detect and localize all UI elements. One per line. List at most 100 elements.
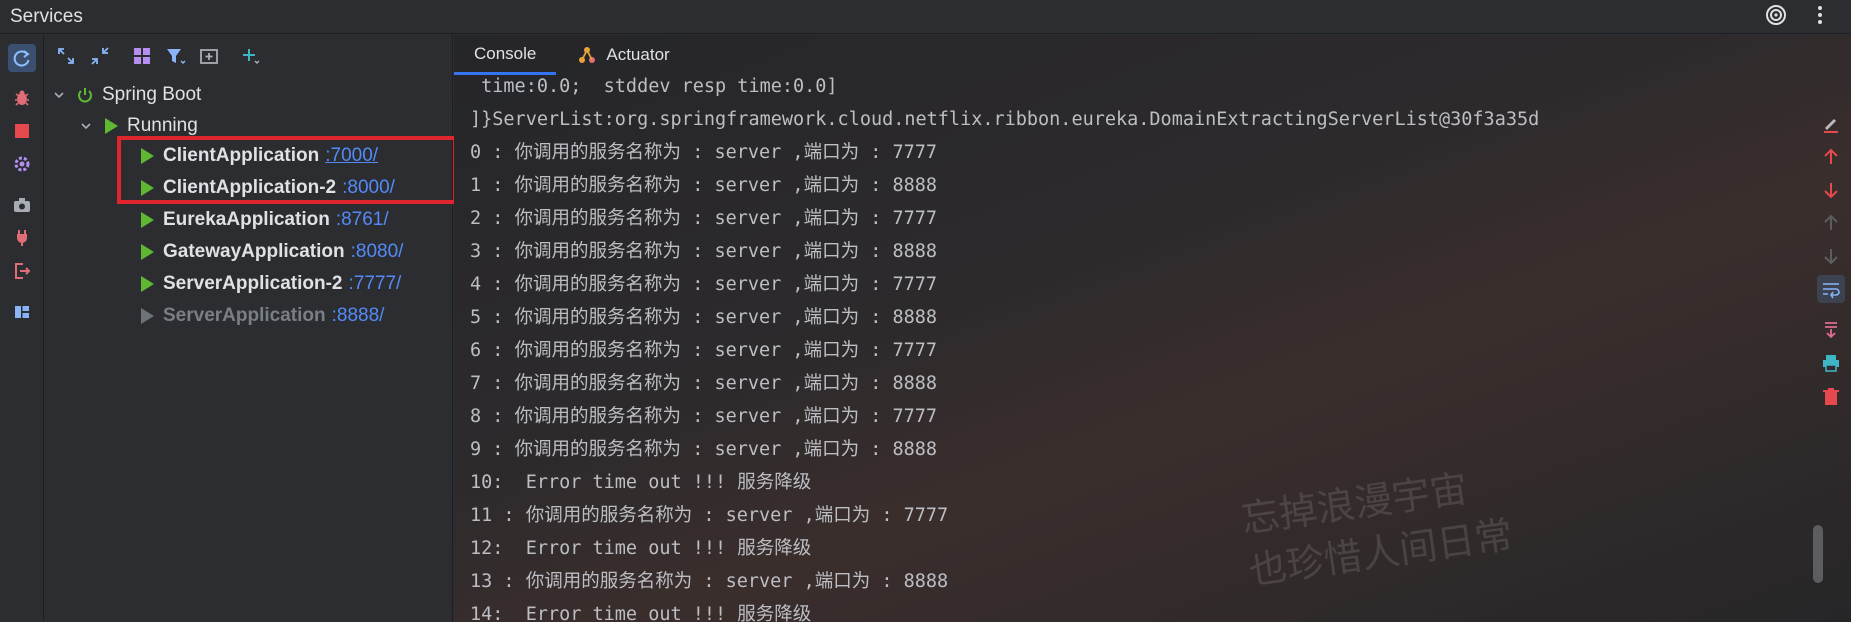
- tree-group-spring-boot[interactable]: Spring Boot: [50, 80, 201, 110]
- collapse-all-button[interactable]: [86, 42, 114, 70]
- soft-wrap-icon: [1823, 283, 1840, 299]
- console-line: time:0.0; stddev resp time:0.0]: [470, 76, 838, 97]
- console-line: 11 : 你调用的服务名称为 : server ,端口为 : 7777: [470, 505, 949, 526]
- chevron-down-icon[interactable]: [77, 120, 95, 132]
- console-line: 6 : 你调用的服务名称为 : server ,端口为 : 7777: [470, 340, 938, 361]
- collapse-icon: [91, 47, 109, 65]
- service-item-server-application-2[interactable]: ServerApplication-2 :7777/: [139, 269, 401, 299]
- plus-icon: [243, 49, 260, 65]
- run-icon: [139, 243, 155, 261]
- settings-button[interactable]: [8, 150, 36, 178]
- stop-button[interactable]: [8, 117, 36, 145]
- run-icon: [103, 117, 119, 135]
- console-line: 13 : 你调用的服务名称为 : server ,端口为 : 8888: [470, 571, 949, 592]
- service-port-link[interactable]: :8888/: [332, 305, 385, 327]
- group-button[interactable]: [128, 42, 156, 70]
- console-panel: Console Actuator 忘掉浪漫宇宙 也珍惜人间日常 time:0.0…: [454, 35, 1851, 622]
- service-item-eureka-application[interactable]: EurekaApplication :8761/: [139, 205, 389, 235]
- soft-wrap-button[interactable]: [1817, 275, 1845, 303]
- pencil-icon: [1824, 119, 1838, 133]
- console-line: 10: Error time out !!! 服务降级: [470, 472, 812, 493]
- rerun-icon: [13, 50, 30, 67]
- service-port-link[interactable]: :7777/: [349, 273, 402, 295]
- window-title: Services: [10, 5, 83, 27]
- service-name: GatewayApplication: [163, 241, 345, 262]
- console-line: 1 : 你调用的服务名称为 : server ,端口为 : 8888: [470, 175, 938, 196]
- print-button[interactable]: [1817, 349, 1845, 377]
- filter-button[interactable]: [162, 42, 190, 70]
- layout-button[interactable]: [8, 298, 36, 326]
- grid-icon: [134, 48, 150, 64]
- clear-highlight-button[interactable]: [1817, 110, 1845, 138]
- clear-all-button[interactable]: [1817, 383, 1845, 411]
- new-service-button[interactable]: [195, 42, 223, 70]
- rerun-button[interactable]: [8, 44, 36, 72]
- arrow-down-icon: [1824, 183, 1838, 199]
- run-icon: [139, 307, 155, 325]
- console-line: 0 : 你调用的服务名称为 : server ,端口为 : 7777: [470, 142, 938, 163]
- title-bar: Services: [0, 0, 1851, 34]
- actuator-icon: [576, 44, 598, 66]
- expand-icon: [58, 48, 74, 64]
- console-line: 3 : 你调用的服务名称为 : server ,端口为 : 8888: [470, 241, 938, 262]
- tab-actuator[interactable]: Actuator: [556, 35, 689, 75]
- console-line: 9 : 你调用的服务名称为 : server ,端口为 : 8888: [470, 439, 938, 460]
- scroll-to-end-button[interactable]: [1817, 316, 1845, 344]
- service-port-link[interactable]: :8761/: [336, 209, 389, 231]
- run-icon: [139, 275, 155, 293]
- chevron-down-icon[interactable]: [50, 89, 68, 101]
- debug-button[interactable]: [8, 84, 36, 112]
- service-port-link[interactable]: :8080/: [351, 241, 404, 263]
- console-line: 5 : 你调用的服务名称为 : server ,端口为 : 8888: [470, 307, 938, 328]
- more-options-icon[interactable]: [1817, 5, 1823, 25]
- add-service-button[interactable]: [237, 42, 265, 70]
- plug-icon: [17, 230, 27, 246]
- bug-icon: [15, 90, 29, 106]
- arrow-up-icon: [1824, 148, 1838, 164]
- service-name: ServerApplication-2: [163, 273, 343, 294]
- console-side-toolbar: [1811, 75, 1851, 622]
- up-stack-button[interactable]: [1817, 143, 1845, 171]
- expand-all-button[interactable]: [52, 42, 80, 70]
- service-item-gateway-application[interactable]: GatewayApplication :8080/: [139, 237, 403, 267]
- services-side-toolbar: [0, 35, 44, 622]
- service-name: EurekaApplication: [163, 209, 330, 230]
- layout-icon: [15, 306, 29, 318]
- console-output[interactable]: time:0.0; stddev resp time:0.0] ]}Server…: [470, 70, 1810, 622]
- stop-icon: [15, 124, 29, 138]
- console-line: 4 : 你调用的服务名称为 : server ,端口为 : 7777: [470, 274, 938, 295]
- tab-console[interactable]: Console: [454, 35, 557, 75]
- service-item-server-application[interactable]: ServerApplication :8888/: [139, 301, 384, 331]
- snapshot-button[interactable]: [8, 191, 36, 219]
- filter-icon: [167, 49, 186, 65]
- run-icon: [139, 211, 155, 229]
- target-icon[interactable]: [1765, 4, 1787, 26]
- console-line: 7 : 你调用的服务名称为 : server ,端口为 : 8888: [470, 373, 938, 394]
- printer-icon: [1823, 355, 1839, 372]
- console-line: 14: Error time out !!! 服务降级: [470, 604, 812, 622]
- scroll-down-button[interactable]: [1817, 242, 1845, 270]
- tree-group-label: Spring Boot: [102, 84, 202, 105]
- exit-icon: [15, 263, 31, 279]
- service-name: ServerApplication: [163, 305, 326, 326]
- services-tree-panel: Spring Boot Running ClientApplication :7…: [45, 35, 453, 622]
- highlight-annotation-box: [117, 136, 457, 204]
- console-line: 12: Error time out !!! 服务降级: [470, 538, 812, 559]
- tab-bar: Console Actuator: [454, 35, 1851, 75]
- tab-label: Actuator: [606, 45, 670, 64]
- console-line: ]}ServerList:org.springframework.cloud.n…: [470, 109, 1540, 130]
- power-icon: [76, 86, 94, 104]
- add-window-icon: [200, 49, 218, 64]
- attach-button[interactable]: [8, 224, 36, 252]
- tree-status-label: Running: [127, 115, 198, 136]
- down-stack-button[interactable]: [1817, 176, 1845, 204]
- camera-icon: [14, 198, 30, 212]
- arrow-up-icon: [1824, 214, 1838, 230]
- arrow-down-icon: [1824, 249, 1838, 265]
- scroll-up-button[interactable]: [1817, 209, 1845, 237]
- gear-icon: [14, 156, 30, 172]
- exit-button[interactable]: [8, 257, 36, 285]
- trash-icon: [1823, 388, 1839, 405]
- scroll-to-end-icon: [1825, 322, 1837, 339]
- console-line: 8 : 你调用的服务名称为 : server ,端口为 : 7777: [470, 406, 938, 427]
